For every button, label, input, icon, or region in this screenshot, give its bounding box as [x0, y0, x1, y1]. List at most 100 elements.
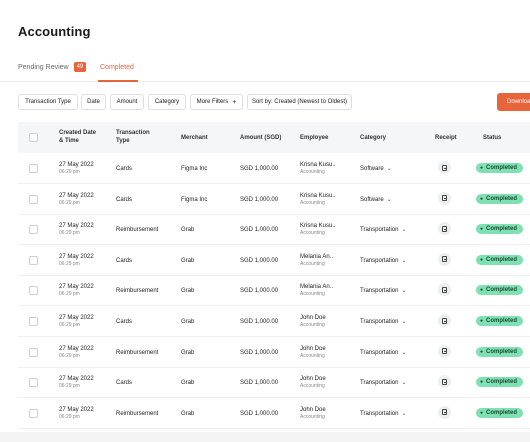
filter-transaction-type[interactable]: Transaction Type — [18, 94, 78, 110]
table-row[interactable]: 27 May 2022 06:29 pm Cards Grab SGD 1,000.00… — [18, 367, 530, 399]
table-row[interactable]: 27 May 2022 06:29 pm Cards Figma Inc SGD 1,0… — [18, 153, 530, 184]
employee-name: Krisna Kusu.. — [300, 223, 336, 230]
filter-amount[interactable]: Amount — [110, 94, 144, 110]
employee-dept: Accounting — [300, 199, 325, 206]
table-row[interactable]: 27 May 2022 06:29 pm Reimbursement Grab SGD … — [18, 275, 530, 307]
receipt-icon[interactable] — [438, 191, 451, 205]
employee-dept: Accounting — [300, 413, 325, 420]
employee-cell: John Doe Accounting — [300, 345, 326, 360]
header-type-line2: Type — [116, 138, 130, 144]
chevron-down-icon: ⌄ — [401, 319, 407, 325]
select-all-checkbox[interactable] — [29, 133, 38, 142]
filter-category[interactable]: Category — [148, 94, 186, 110]
header-created[interactable]: Created Date & Time — [59, 129, 96, 145]
category-dropdown[interactable]: Transportation ⌄ — [360, 287, 407, 295]
row-checkbox[interactable] — [29, 347, 38, 357]
row-checkbox[interactable] — [29, 164, 38, 173]
employee-dept: Accounting — [300, 291, 325, 298]
category-dropdown[interactable]: Transportation ⌄ — [360, 379, 407, 387]
row-checkbox[interactable] — [29, 317, 38, 326]
check-dot-icon: ● — [480, 165, 484, 171]
table-row[interactable]: 27 May 2022 06:29 pm Reimbursement Grab SGD … — [18, 398, 530, 429]
created-cell: 27 May 2022 06:29 pm — [59, 161, 94, 176]
plus-icon: + — [232, 98, 237, 106]
check-dot-icon: ● — [480, 348, 484, 355]
employee-name: John Doe — [300, 406, 326, 413]
receipt-icon[interactable] — [438, 344, 451, 358]
amount-cell: SGD 1,000.00 — [240, 410, 279, 417]
tab-pending-review[interactable]: Pending Review 49 — [18, 61, 87, 73]
header-type[interactable]: Transaction Type — [116, 129, 150, 145]
receipt-icon[interactable] — [438, 405, 451, 419]
employee-dept: Accounting — [300, 169, 325, 175]
header-receipt[interactable]: Receipt — [435, 134, 457, 142]
chevron-down-icon: ⌄ — [401, 410, 407, 417]
merchant-cell: Grab — [181, 227, 195, 234]
employee-cell: John Doe Accounting — [300, 406, 326, 421]
row-checkbox[interactable] — [29, 194, 38, 204]
page-title: Accounting — [18, 24, 91, 39]
receipt-icon[interactable] — [438, 283, 451, 297]
amount-cell: SGD 1,000.00 — [240, 319, 279, 325]
check-dot-icon: ● — [480, 409, 484, 416]
time-text: 06:29 pm — [59, 322, 80, 328]
category-dropdown[interactable]: Software ⌄ — [360, 196, 392, 204]
header-amount[interactable]: Amount (SGD) — [240, 134, 281, 142]
table-row[interactable]: 27 May 2022 06:29 pm Cards Grab SGD 1,000.00… — [18, 245, 530, 276]
status-label: Completed — [486, 226, 518, 233]
category-dropdown[interactable]: Transportation ⌄ — [360, 257, 407, 265]
status-label: Completed — [486, 195, 518, 202]
table-row[interactable]: 27 May 2022 06:29 pm Cards Figma Inc SGD 1,0… — [18, 184, 530, 215]
receipt-icon[interactable] — [438, 314, 451, 327]
category-label: Transportation — [360, 227, 399, 234]
receipt-icon[interactable] — [438, 222, 451, 236]
category-label: Transportation — [360, 319, 399, 325]
active-tab-indicator — [98, 80, 138, 82]
merchant-cell: Grab — [181, 288, 195, 295]
row-checkbox[interactable] — [29, 378, 38, 388]
receipt-icon[interactable] — [438, 161, 451, 174]
row-checkbox[interactable] — [29, 225, 38, 235]
filter-date[interactable]: Date — [81, 94, 106, 110]
category-label: Transportation — [360, 349, 399, 356]
header-category[interactable]: Category — [360, 134, 386, 142]
category-dropdown[interactable]: Transportation ⌄ — [360, 318, 407, 326]
row-checkbox[interactable] — [29, 255, 38, 265]
category-dropdown[interactable]: Transportation ⌄ — [360, 410, 407, 418]
header-merchant[interactable]: Merchant — [181, 134, 208, 142]
type-cell: Cards — [116, 196, 133, 203]
amount-cell: SGD 1,000.00 — [240, 257, 279, 264]
chevron-down-icon: ⌄ — [386, 196, 392, 203]
date-text: 27 May 2022 — [59, 284, 94, 291]
date-text: 27 May 2022 — [59, 192, 94, 199]
table-row[interactable]: 27 May 2022 06:29 pm Reimbursement Grab SGD … — [18, 337, 530, 368]
category-label: Software — [360, 196, 384, 203]
created-cell: 27 May 2022 06:29 pm — [59, 345, 94, 360]
header-employee[interactable]: Employee — [300, 134, 328, 142]
time-text: 06:29 pm — [59, 413, 80, 420]
tab-label: Pending Review — [18, 63, 69, 71]
check-dot-icon: ● — [480, 318, 484, 324]
download-button[interactable]: Download — [497, 93, 530, 111]
chevron-down-icon: ⌄ — [401, 288, 407, 295]
table-row[interactable]: 27 May 2022 06:29 pm Cards Grab SGD 1,000.00… — [18, 306, 530, 337]
date-text: 27 May 2022 — [59, 376, 94, 383]
receipt-icon[interactable] — [438, 252, 451, 266]
row-checkbox[interactable] — [29, 286, 38, 296]
amount-cell: SGD 1,000.00 — [240, 196, 279, 203]
sort-dropdown[interactable]: Sort by: Created (Newest to Oldest) — [247, 94, 352, 110]
more-filters-button[interactable]: More Filters + — [190, 94, 243, 110]
tab-completed[interactable]: Completed — [100, 61, 134, 73]
header-status[interactable]: Status — [483, 134, 501, 142]
chevron-down-icon: ⌄ — [401, 349, 407, 356]
type-cell: Reimbursement — [116, 227, 159, 234]
row-checkbox[interactable] — [29, 408, 38, 418]
table-row[interactable]: 27 May 2022 06:29 pm Reimbursement Grab SGD … — [18, 214, 530, 246]
category-dropdown[interactable]: Software ⌄ — [360, 165, 392, 173]
check-dot-icon: ● — [480, 379, 484, 386]
created-cell: 27 May 2022 06:29 pm — [59, 314, 94, 329]
receipt-icon[interactable] — [438, 375, 451, 389]
time-text: 06:29 pm — [59, 383, 80, 390]
category-dropdown[interactable]: Transportation ⌄ — [360, 349, 407, 357]
category-dropdown[interactable]: Transportation ⌄ — [360, 226, 407, 234]
